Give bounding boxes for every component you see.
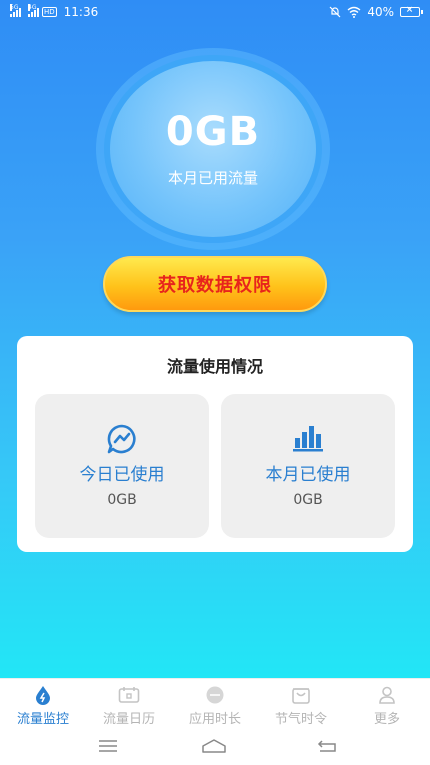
person-icon — [379, 686, 395, 704]
monthly-usage-value: 0GB — [165, 109, 261, 155]
app-timer-icon — [206, 686, 224, 704]
today-usage-box[interactable]: 今日已使用 0GB — [35, 394, 209, 538]
main-screen: 5G 4G HD 11:36 40% × 0GB 本月已用流量 获取数据权限 流… — [0, 0, 430, 678]
today-usage-label: 今日已使用 — [79, 465, 165, 485]
get-data-permission-button[interactable]: 获取数据权限 — [103, 256, 327, 312]
hd-badge: HD — [42, 7, 57, 17]
month-usage-box[interactable]: 本月已使用 0GB — [221, 394, 395, 538]
trend-chart-icon — [107, 424, 136, 454]
battery-percent: 40% — [367, 5, 394, 19]
nav-item-traffic-monitor[interactable]: 流量监控 — [0, 685, 86, 727]
water-drop-icon — [36, 686, 50, 705]
menu-icon[interactable] — [98, 738, 118, 754]
bottom-nav: 流量监控 流量日历 应用时长 节气时令 更多 — [0, 678, 430, 730]
nav-label-solar-terms: 节气时令 — [274, 712, 327, 727]
calendar-icon — [118, 687, 140, 703]
usage-card: 流量使用情况 今日已使用 0GB 本月已使用 0GB — [17, 336, 413, 552]
back-icon[interactable] — [316, 738, 338, 754]
nav-label-traffic-monitor: 流量监控 — [16, 712, 69, 727]
nav-item-more[interactable]: 更多 — [344, 685, 430, 727]
shopping-bag-icon — [292, 688, 310, 704]
wifi-icon — [347, 6, 361, 18]
signal-5g-icon: 5G — [10, 4, 21, 17]
nav-label-app-duration: 应用时长 — [188, 712, 241, 727]
status-left: 5G 4G HD 11:36 — [10, 4, 99, 19]
nav-item-app-duration[interactable]: 应用时长 — [172, 685, 258, 727]
nav-label-more: 更多 — [373, 712, 400, 727]
status-bar: 5G 4G HD 11:36 40% × — [0, 0, 430, 26]
nav-label-traffic-calendar: 流量日历 — [102, 712, 155, 727]
today-usage-value: 0GB — [107, 492, 137, 508]
home-icon[interactable] — [201, 738, 227, 754]
signal-4g-label: 4G — [28, 4, 37, 11]
nav-item-traffic-calendar[interactable]: 流量日历 — [86, 685, 172, 727]
system-nav-bar — [0, 730, 430, 765]
usage-card-title: 流量使用情况 — [166, 357, 263, 376]
month-usage-value: 0GB — [293, 492, 323, 508]
monthly-usage-label: 本月已用流量 — [167, 169, 258, 187]
status-time: 11:36 — [63, 5, 99, 19]
nav-item-solar-terms[interactable]: 节气时令 — [258, 685, 344, 727]
battery-icon: × — [400, 5, 423, 17]
bar-chart-icon — [293, 426, 323, 452]
month-usage-label: 本月已使用 — [265, 465, 351, 485]
signal-5g-label: 5G — [10, 4, 19, 11]
status-right: 40% × — [329, 5, 423, 19]
signal-4g-icon: 4G — [28, 4, 39, 17]
usage-ring: 0GB 本月已用流量 — [110, 61, 316, 237]
mute-icon — [329, 6, 341, 18]
